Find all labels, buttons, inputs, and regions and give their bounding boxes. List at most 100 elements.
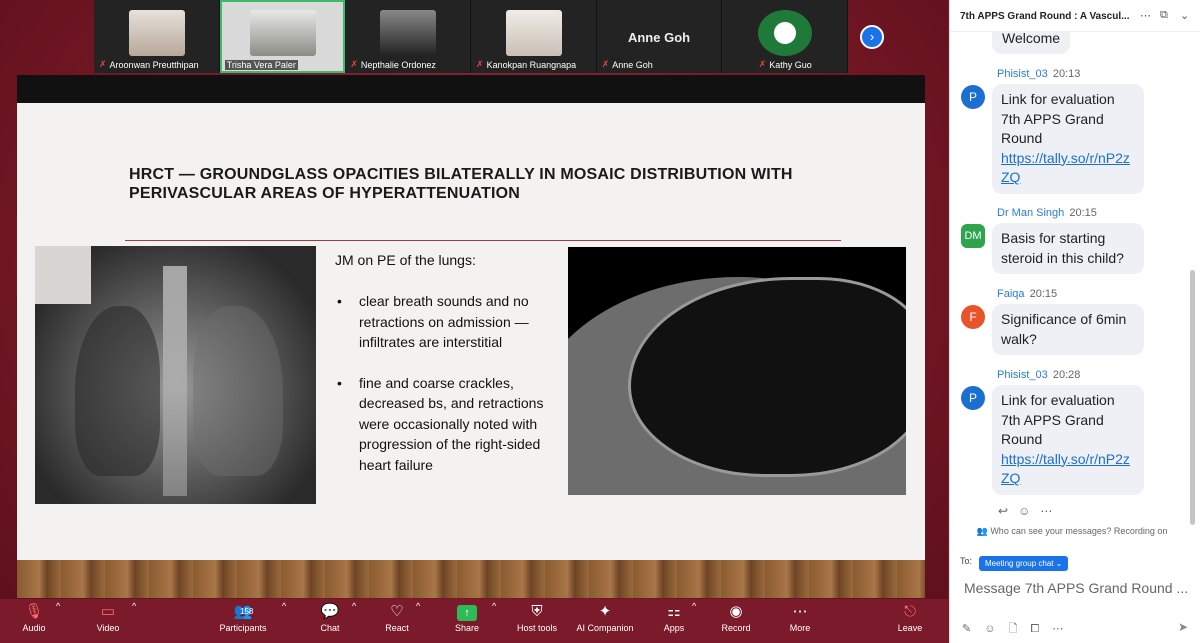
shield-icon: ⛨	[531, 603, 543, 620]
audio-options-caret-icon[interactable]: ^	[56, 601, 60, 611]
bullet-item: fine and coarse crackles, decreased bs, …	[335, 373, 565, 476]
mic-muted-icon: 🎙	[24, 603, 44, 620]
video-button[interactable]: ▭ Video	[88, 601, 128, 633]
avatar: P	[961, 386, 985, 410]
virtual-background-floor	[17, 560, 925, 598]
avatar: P	[961, 85, 985, 109]
screenshot-icon[interactable]: ⧠	[1031, 623, 1040, 635]
pe-heading: JM on PE of the lungs:	[335, 252, 476, 268]
avatar: F	[961, 305, 985, 329]
chevron-down-icon[interactable]: ⌄	[1180, 9, 1189, 22]
apps-options-caret-icon[interactable]: ^	[692, 601, 696, 611]
participant-name: Kanokpan Ruangnapa	[486, 59, 577, 70]
message-actions: ↩ ☺ ⋯	[998, 504, 1052, 518]
slide-title: HRCT — GROUNDGLASS OPACITIES BILATERALLY…	[129, 166, 793, 202]
slide-divider	[125, 240, 841, 241]
chat-bubble-icon: 💬	[320, 603, 340, 620]
pop-out-icon[interactable]: ⧉	[1160, 9, 1168, 22]
message-time: 20:28	[1052, 369, 1081, 381]
share-options-caret-icon[interactable]: ^	[492, 601, 496, 611]
participant-tile[interactable]: Anne Goh ✗ Anne Goh	[596, 0, 723, 73]
sender-name: Phisist_03	[997, 68, 1048, 80]
participant-logo	[758, 10, 813, 56]
more-button[interactable]: ⋯ More	[782, 601, 818, 633]
record-button[interactable]: ◉ Record	[716, 601, 756, 633]
next-page-arrow-icon[interactable]: ›	[860, 25, 884, 49]
ct-scan-image	[568, 247, 906, 495]
evaluation-link[interactable]: https://tally.so/r/nP2zZQ	[1001, 451, 1130, 487]
avatar: DM	[961, 224, 985, 248]
chat-message-list[interactable]: Welcome P Phisist_03 20:13 Link for eval…	[950, 32, 1194, 524]
privacy-note[interactable]: 👥 Who can see your messages? Recording o…	[950, 526, 1194, 537]
emoji-react-icon[interactable]: ☺	[1018, 504, 1030, 518]
bullet-list: clear breath sounds and no retractions o…	[335, 291, 565, 495]
participant-count: 158	[240, 607, 254, 616]
audio-button[interactable]: 🎙 Audio	[14, 601, 54, 633]
message-input[interactable]: Message 7th APPS Grand Round ...	[964, 580, 1194, 596]
host-tools-button[interactable]: ⛨ Host tools	[512, 601, 562, 633]
send-icon[interactable]: ➤	[1178, 620, 1188, 634]
video-off-icon: ▭	[100, 603, 116, 620]
participant-tile[interactable]: ✗ Kathy Guo	[722, 0, 849, 73]
slide-top-bar	[17, 75, 925, 103]
sender-name: Faiqa	[997, 288, 1025, 300]
participant-name: Kathy Guo	[769, 59, 812, 70]
ai-companion-button[interactable]: ✦ AI Companion	[572, 601, 638, 633]
video-options-caret-icon[interactable]: ^	[132, 601, 136, 611]
shared-slide: HRCT — GROUNDGLASS OPACITIES BILATERALLY…	[17, 75, 925, 595]
emoji-icon[interactable]: ☺	[984, 623, 995, 635]
file-icon[interactable]: 🗋	[1009, 623, 1018, 635]
chat-bubble: Link for evaluation 7th APPS Grand Round…	[992, 385, 1144, 495]
participant-tile[interactable]: ✗ Aroonwan Preutthipan	[94, 0, 220, 73]
participants-button[interactable]: 👥 158 Participants	[212, 601, 274, 633]
mic-muted-icon: ✗	[601, 59, 610, 69]
people-icon: 👥	[976, 526, 988, 536]
participant-video	[506, 10, 563, 56]
recipient-selector[interactable]: Meeting group chat ⌄	[979, 556, 1069, 571]
participant-name: Anne Goh	[612, 59, 653, 70]
sender-name: Dr Man Singh	[997, 207, 1065, 219]
apps-button[interactable]: ⚏ Apps	[658, 601, 690, 633]
format-text-icon[interactable]: ✎	[962, 623, 971, 635]
participant-video	[380, 10, 437, 56]
evaluation-link[interactable]: https://tally.so/r/nP2zZQ	[1001, 150, 1130, 186]
more-dots-icon: ⋯	[792, 603, 808, 620]
bullet-item: clear breath sounds and no retractions o…	[335, 291, 565, 353]
chat-options-caret-icon[interactable]: ^	[352, 601, 356, 611]
participant-video	[129, 10, 185, 56]
message-time: 20:15	[1029, 288, 1058, 300]
chat-button[interactable]: 💬 Chat	[312, 601, 348, 633]
chat-bubble: Link for evaluation 7th APPS Grand Round…	[992, 84, 1144, 194]
participant-name-placeholder: Anne Goh	[627, 30, 691, 45]
sparkle-icon: ✦	[598, 603, 612, 620]
react-button[interactable]: ♡ React	[380, 601, 414, 633]
meeting-toolbar: 🎙 Audio ^ ▭ Video ^ 👥 158 Participants ^ 💬 Ch…	[0, 599, 948, 643]
meeting-view: ✗ Aroonwan Preutthipan Trisha Vera Paler …	[0, 0, 948, 643]
chat-panel: 7th APPS Grand Round : A Vascul... ⋯ ⧉ ⌄…	[949, 0, 1200, 643]
participant-tile-active-speaker[interactable]: Trisha Vera Paler	[219, 0, 346, 73]
to-label: To:	[960, 556, 973, 566]
more-options-icon[interactable]: ⋯	[1140, 9, 1151, 22]
chat-title: 7th APPS Grand Round : A Vascul...	[960, 11, 1130, 22]
more-options-icon[interactable]: ⋯	[1052, 623, 1063, 635]
participant-name: Trisha Vera Paler	[224, 60, 298, 70]
message-time: 20:15	[1069, 207, 1097, 219]
chat-bubble: Significance of 6min walk?	[992, 304, 1144, 355]
participant-video	[249, 10, 316, 56]
participant-tile[interactable]: ✗ Kanokpan Ruangnapa	[471, 0, 597, 73]
mic-muted-icon: ✗	[476, 59, 484, 69]
leave-button[interactable]: ⎋ Leave	[892, 601, 928, 633]
react-options-caret-icon[interactable]: ^	[416, 601, 420, 611]
chat-scrollbar[interactable]	[1190, 270, 1195, 525]
more-options-icon[interactable]: ⋯	[1040, 504, 1052, 518]
share-button[interactable]: ↑ Share	[450, 601, 484, 633]
record-icon: ◉	[729, 603, 743, 620]
participant-name: Nepthalie Ordonez	[360, 59, 436, 70]
participant-name: Aroonwan Preutthipan	[109, 59, 199, 70]
mic-muted-icon: ✗	[758, 59, 767, 69]
participant-tile[interactable]: ✗ Nepthalie Ordonez	[345, 0, 472, 73]
message-time: 20:13	[1052, 68, 1081, 80]
reply-icon[interactable]: ↩	[998, 504, 1008, 518]
chest-xray-image	[35, 246, 316, 504]
participants-options-caret-icon[interactable]: ^	[282, 601, 286, 611]
